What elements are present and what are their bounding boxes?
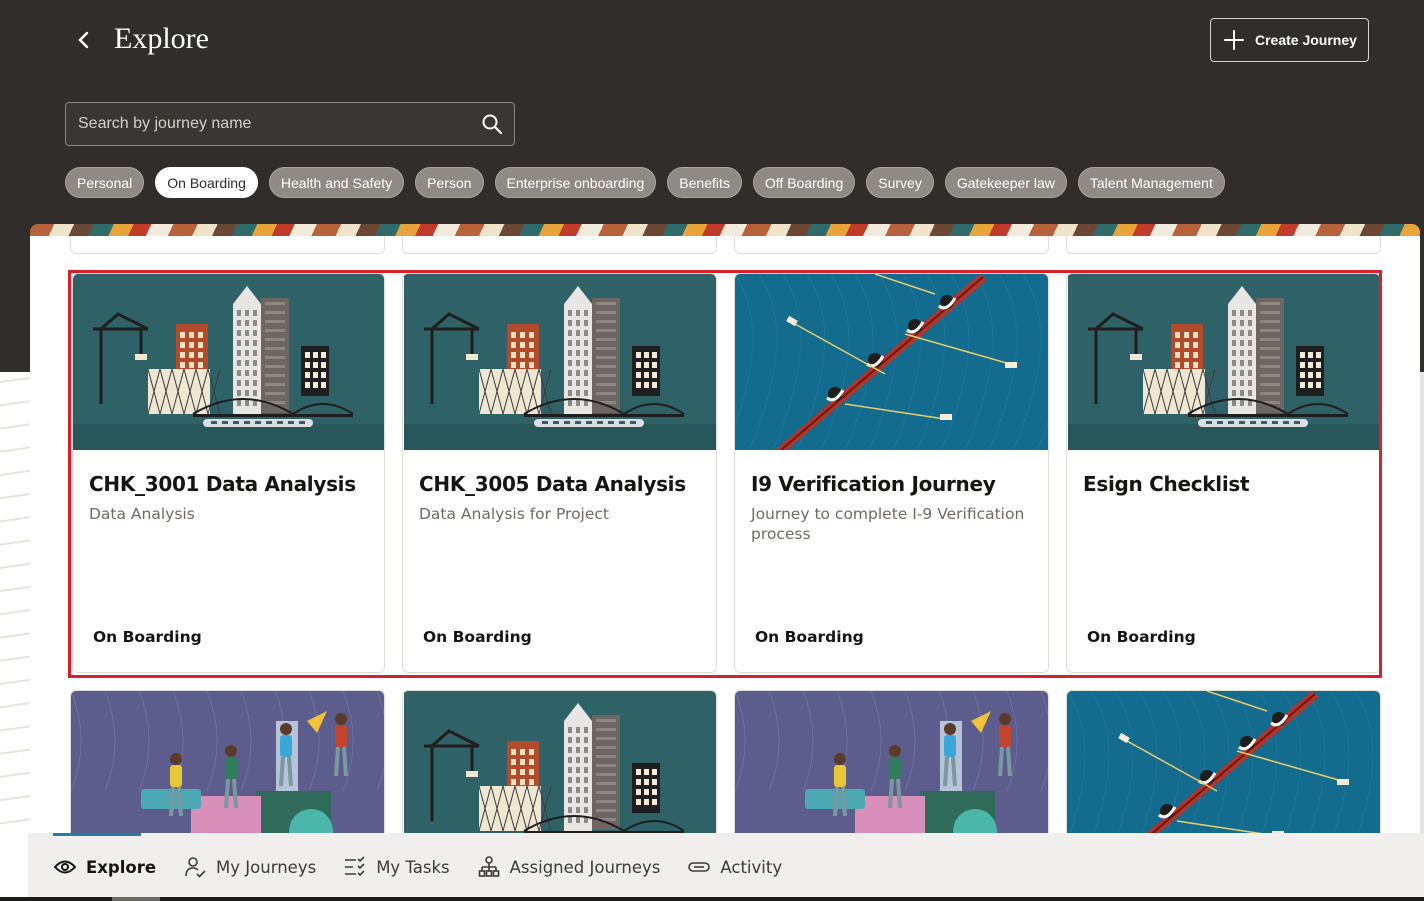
card-image [403,274,716,450]
chip-benefits[interactable]: Benefits [667,167,742,198]
bottom-navigation: Explore My Journeys My Tasks Assigned Jo… [28,833,1424,901]
bottom-strip [0,897,1424,901]
filter-chips: Personal On Boarding Health and Safety P… [65,167,1236,199]
nav-label: Assigned Journeys [509,857,661,877]
chip-health-and-safety[interactable]: Health and Safety [268,167,405,198]
card-title: CHK_3001 Data Analysis [89,472,356,496]
back-button[interactable] [70,26,98,54]
journey-card[interactable] [1066,690,1381,833]
card-stub[interactable] [402,236,717,254]
journey-card[interactable]: CHK_3001 Data Analysis Data Analysis On … [72,273,385,673]
city-illustration-icon [73,274,384,450]
nav-label: Explore [86,857,157,877]
card-stub[interactable] [1066,236,1381,254]
card-image [71,691,384,833]
chip-survey[interactable]: Survey [866,167,934,198]
card-subtitle: Journey to complete I-9 Verification pro… [751,505,1025,543]
chip-personal[interactable]: Personal [65,167,145,198]
card-image [1067,691,1380,833]
card-stub[interactable] [734,236,1049,254]
create-journey-label: Create Journey [1255,32,1357,48]
city-illustration-icon [404,274,716,450]
checklist-icon [345,856,365,877]
journey-card[interactable] [734,690,1049,833]
card-image [73,274,384,450]
card-title: I9 Verification Journey [751,472,996,496]
nav-my-journeys[interactable]: My Journeys [184,833,316,901]
nav-explore[interactable]: Explore [54,833,156,901]
nav-my-tasks[interactable]: My Tasks [344,833,450,901]
card-image [735,691,1048,833]
card-subtitle: Data Analysis for Project [419,505,609,523]
search-box [65,102,515,146]
nav-label: My Journeys [216,857,317,877]
city-illustration-icon [404,691,716,833]
chevron-left-icon [78,31,89,49]
search-button[interactable] [470,102,514,146]
nav-label: Activity [720,857,783,877]
background-pattern-right [1420,372,1424,901]
journey-card[interactable] [402,690,717,833]
card-category: On Boarding [1087,628,1196,646]
card-title: CHK_3005 Data Analysis [419,472,686,496]
person-check-icon [185,857,206,878]
create-journey-button[interactable]: Create Journey [1210,18,1369,62]
link-icon [688,862,711,872]
nav-assigned-journeys[interactable]: Assigned Journeys [478,833,661,901]
eye-icon [54,860,76,874]
left-edge [0,833,28,897]
journey-card[interactable]: CHK_3005 Data Analysis Data Analysis for… [402,273,717,673]
rowing-illustration-icon [735,274,1048,450]
chip-enterprise-onboarding[interactable]: Enterprise onboarding [494,167,657,198]
page-title: Explore [114,22,209,55]
card-category: On Boarding [755,628,864,646]
active-tab-indicator [53,833,141,836]
card-category: On Boarding [93,628,202,646]
chip-gatekeeper-law[interactable]: Gatekeeper law [944,167,1067,198]
card-stub[interactable] [70,236,385,254]
chip-off-boarding[interactable]: Off Boarding [752,167,856,198]
card-subtitle: Data Analysis [89,505,195,523]
bottom-strip-mark [112,897,160,901]
search-input[interactable] [66,103,470,145]
nav-activity[interactable]: Activity [688,833,782,901]
plus-icon [1224,30,1244,50]
background-pattern [0,372,30,901]
search-icon [482,114,503,135]
card-category: On Boarding [423,628,532,646]
chip-talent-management[interactable]: Talent Management [1077,167,1225,198]
card-title: Esign Checklist [1083,472,1250,496]
team-illustration-icon [735,691,1048,833]
nav-label: My Tasks [376,857,450,877]
chip-person[interactable]: Person [415,167,484,198]
card-image [403,691,716,833]
chip-on-boarding[interactable]: On Boarding [155,167,258,198]
card-image [1067,274,1380,450]
journey-card[interactable]: I9 Verification Journey Journey to compl… [734,273,1049,673]
team-illustration-icon [71,691,384,833]
rowing-illustration-icon [1067,691,1380,833]
card-image [735,274,1048,450]
journey-card[interactable]: Esign Checklist On Boarding [1066,273,1381,673]
city-illustration-icon [1068,274,1380,450]
journey-card[interactable] [70,690,385,833]
hierarchy-icon [478,856,499,877]
journey-grid: CHK_3001 Data Analysis Data Analysis On … [30,236,1420,833]
